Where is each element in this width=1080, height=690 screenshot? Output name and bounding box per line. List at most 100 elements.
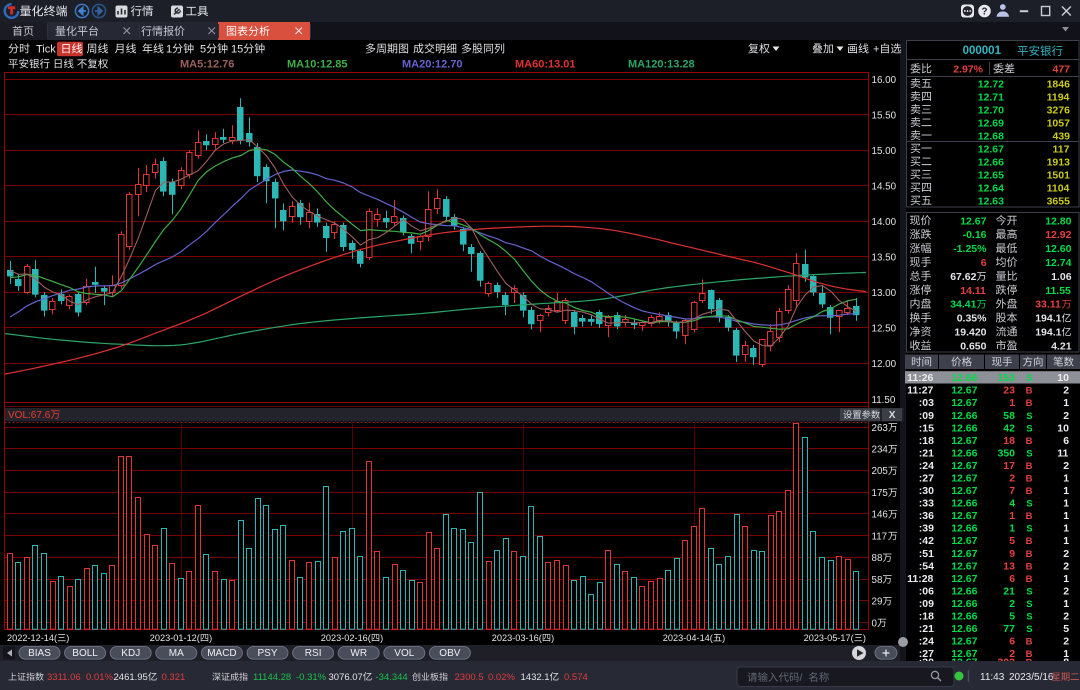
svg-text:263: 263	[872, 423, 889, 434]
svg-text:1194: 1194	[1047, 91, 1070, 103]
svg-text:2023-02-16(: 2023-02-16(	[321, 633, 371, 643]
svg-text:0.321: 0.321	[162, 672, 186, 683]
svg-text:2023-01-12(: 2023-01-12(	[150, 633, 200, 643]
svg-text:11.55: 11.55	[1045, 285, 1071, 297]
svg-text:MA: MA	[169, 648, 184, 659]
svg-text:B: B	[1026, 386, 1033, 397]
svg-text:S: S	[1026, 448, 1032, 459]
svg-text:12.00: 12.00	[872, 359, 897, 370]
svg-text:12.66: 12.66	[951, 498, 977, 510]
svg-text:1: 1	[1063, 523, 1069, 535]
svg-text:350: 350	[998, 447, 1016, 459]
svg-text::33: :33	[919, 498, 934, 510]
svg-text:): )	[722, 633, 725, 643]
svg-text:2023/5/16: 2023/5/16	[1009, 672, 1054, 683]
svg-text:12.66: 12.66	[978, 156, 1004, 168]
svg-text:000001: 000001	[963, 45, 1002, 57]
svg-text:12.66: 12.66	[951, 523, 977, 535]
svg-text:9: 9	[1009, 548, 1015, 560]
svg-text:1432.1: 1432.1	[521, 672, 550, 683]
svg-text:0.574: 0.574	[564, 672, 588, 683]
svg-text:MA5:12.76: MA5:12.76	[180, 59, 234, 71]
svg-text:B: B	[1026, 461, 1033, 472]
svg-text:B: B	[1026, 637, 1033, 648]
svg-text:12.80: 12.80	[1045, 215, 1071, 227]
svg-text::06: :06	[919, 586, 934, 598]
svg-text:2: 2	[1063, 410, 1069, 422]
svg-text:12.92: 12.92	[1045, 229, 1071, 241]
svg-text::51: :51	[919, 548, 934, 560]
svg-text:?: ?	[982, 7, 988, 18]
svg-text:OBV: OBV	[439, 648, 460, 659]
svg-text:3076.07: 3076.07	[329, 672, 363, 683]
svg-text::21: :21	[919, 623, 934, 635]
svg-text:15: 15	[231, 44, 243, 56]
svg-text:33.11: 33.11	[1035, 299, 1061, 311]
svg-text:12.65: 12.65	[978, 169, 1004, 181]
svg-text:10: 10	[1057, 422, 1069, 434]
svg-text:146: 146	[872, 510, 889, 521]
svg-text:11:28: 11:28	[907, 573, 933, 585]
svg-text:1: 1	[1063, 498, 1069, 510]
svg-text:S: S	[1026, 499, 1032, 510]
svg-text:13.50: 13.50	[872, 253, 897, 264]
svg-text::30: :30	[919, 485, 934, 497]
svg-text:5: 5	[200, 44, 206, 56]
svg-text:58: 58	[872, 575, 883, 586]
svg-text:21: 21	[1003, 586, 1015, 598]
svg-text:2: 2	[1009, 473, 1015, 485]
svg-text:-0.16: -0.16	[963, 229, 987, 241]
svg-text:/: /	[800, 672, 803, 684]
svg-text:6: 6	[1009, 573, 1015, 585]
svg-text:2: 2	[1063, 586, 1069, 598]
svg-text:13: 13	[1003, 560, 1015, 572]
svg-text:MA10:12.85: MA10:12.85	[287, 59, 348, 71]
svg-text:1057: 1057	[1047, 117, 1071, 129]
svg-text:4.21: 4.21	[1051, 340, 1072, 352]
svg-text:205: 205	[872, 466, 889, 477]
svg-text:S: S	[1026, 624, 1032, 635]
svg-text:12.74: 12.74	[1045, 257, 1071, 269]
svg-text:1: 1	[1063, 573, 1069, 585]
svg-text:B: B	[1026, 536, 1033, 547]
svg-text:12.67: 12.67	[951, 560, 977, 572]
svg-text::15: :15	[919, 422, 934, 434]
svg-text:1846: 1846	[1047, 78, 1071, 90]
svg-text:11:26: 11:26	[907, 372, 933, 384]
svg-text:3276: 3276	[1047, 104, 1071, 116]
svg-text:194.1: 194.1	[1035, 327, 1061, 339]
svg-text:MACD: MACD	[207, 648, 236, 659]
svg-text:): )	[380, 633, 383, 643]
svg-text:MA60:13.01: MA60:13.01	[515, 59, 576, 71]
svg-text:5: 5	[1009, 535, 1015, 547]
svg-text:1: 1	[1063, 510, 1069, 522]
svg-text:0.02%: 0.02%	[488, 672, 515, 683]
svg-text:18: 18	[1003, 435, 1015, 447]
svg-text:88: 88	[872, 553, 883, 564]
svg-text:-34.344: -34.344	[376, 672, 408, 683]
svg-text:12.67: 12.67	[951, 636, 977, 648]
svg-text:117: 117	[872, 531, 888, 542]
svg-text:2: 2	[1063, 636, 1069, 648]
svg-text::27: :27	[919, 473, 934, 485]
svg-text:2: 2	[1063, 385, 1069, 397]
svg-text:-1.25%: -1.25%	[953, 243, 987, 255]
svg-text:15.50: 15.50	[872, 110, 897, 121]
svg-text:12.67: 12.67	[951, 510, 977, 522]
svg-text:): )	[209, 633, 212, 643]
svg-text:BOLL: BOLL	[72, 648, 98, 659]
svg-text:2022-12-14(: 2022-12-14(	[7, 633, 57, 643]
svg-text:153: 153	[998, 372, 1016, 384]
svg-text:5: 5	[1063, 623, 1069, 635]
svg-text:7: 7	[1009, 485, 1015, 497]
svg-text:2023-03-16(: 2023-03-16(	[492, 633, 542, 643]
svg-text:11: 11	[1057, 447, 1068, 459]
svg-text:194.1: 194.1	[1035, 313, 1061, 325]
svg-text:5: 5	[1009, 611, 1015, 623]
svg-text:S: S	[1026, 411, 1032, 422]
svg-text:S: S	[1026, 423, 1032, 434]
svg-text:S: S	[1026, 587, 1032, 598]
svg-text:12.67: 12.67	[951, 548, 977, 560]
svg-text:34.41: 34.41	[950, 299, 976, 311]
svg-text:12.63: 12.63	[978, 195, 1004, 207]
